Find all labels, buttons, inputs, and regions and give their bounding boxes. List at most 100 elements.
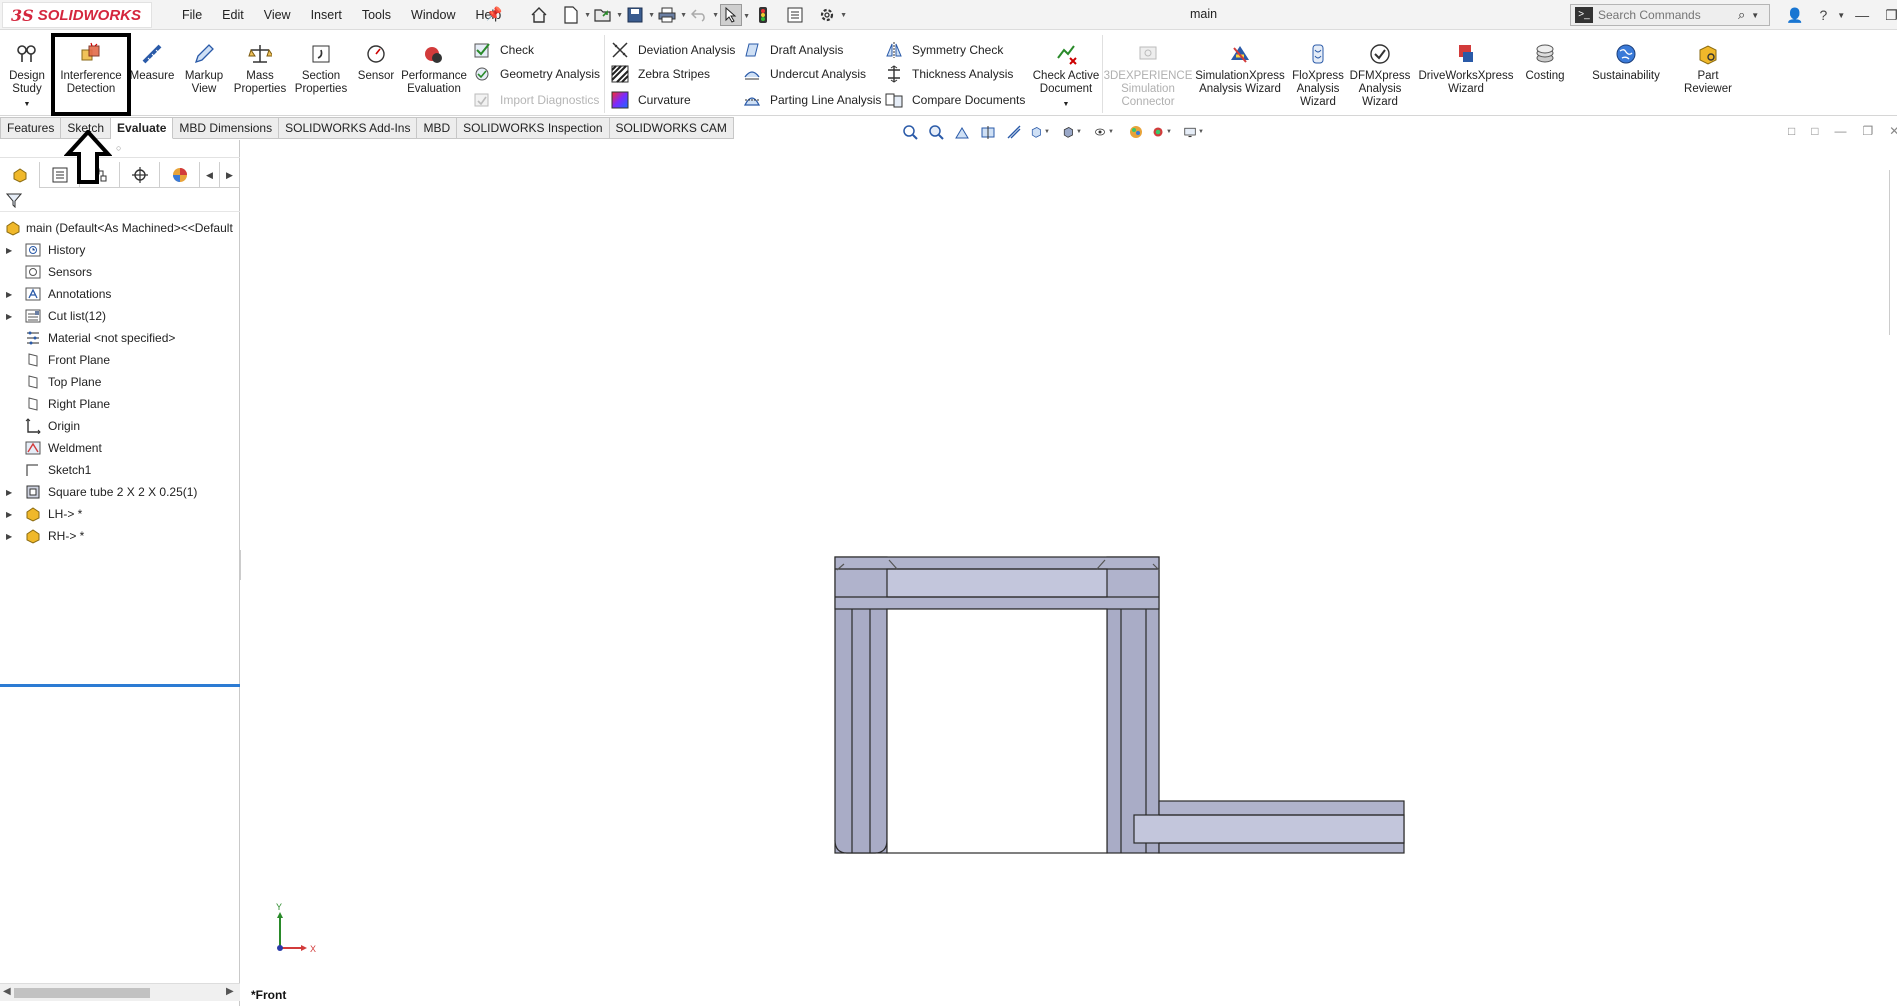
user-icon[interactable]: 👤 (1786, 7, 1803, 24)
tree-item-history[interactable]: ▶ History (0, 239, 240, 261)
zebra-stripes-button[interactable]: Zebra Stripes (610, 63, 710, 85)
viewport-minimize-icon[interactable]: — (1835, 124, 1847, 138)
section-properties-button[interactable]: Section Properties (292, 35, 350, 113)
tree-item-right-plane[interactable]: Right Plane (0, 393, 240, 415)
tree-item-square-tube[interactable]: ▶ Square tube 2 X 2 X 0.25(1) (0, 481, 240, 503)
solidworks-logo[interactable]: 3S SOLIDWORKS (2, 2, 152, 28)
print-icon[interactable]: ▼ (656, 4, 687, 26)
tree-item-sensors[interactable]: Sensors (0, 261, 240, 283)
menu-window[interactable]: Window (411, 8, 455, 22)
menu-view[interactable]: View (264, 8, 291, 22)
viewport-restore-icon[interactable]: ❐ (1863, 124, 1874, 138)
rebuild-traffic-light-icon[interactable] (752, 4, 774, 26)
tabs-scroll-right-icon[interactable]: ▶ (220, 162, 240, 188)
help-icon[interactable]: ? (1819, 7, 1827, 23)
scrollbar-thumb[interactable] (14, 988, 150, 998)
pin-menu-icon[interactable]: 📌 (486, 6, 502, 22)
view-settings-monitor-icon[interactable]: ▼ (1184, 123, 1204, 141)
tree-filter-bar[interactable] (0, 190, 240, 212)
part-reviewer-button[interactable]: Part Reviewer (1680, 35, 1736, 113)
menu-insert[interactable]: Insert (311, 8, 342, 22)
options-gear-icon[interactable]: ▼ (816, 4, 847, 26)
tree-item-annotations[interactable]: ▶ Annotations (0, 283, 240, 305)
save-icon[interactable]: ▼ (624, 4, 655, 26)
new-document-icon[interactable]: ▼ (560, 4, 591, 26)
compare-documents-button[interactable]: Compare Documents (884, 89, 1025, 111)
section-view-icon[interactable] (978, 123, 998, 141)
search-commands-box[interactable]: >_ ⌕ ▼ (1570, 4, 1770, 26)
check-button[interactable]: Check (472, 39, 534, 61)
tree-item-material[interactable]: Material <not specified> (0, 327, 240, 349)
undercut-analysis-button[interactable]: Undercut Analysis (742, 63, 866, 85)
sustainability-button[interactable]: Sustainability (1584, 35, 1668, 113)
symmetry-check-button[interactable]: Symmetry Check (884, 39, 1003, 61)
display-style-icon[interactable]: ▼ (1062, 123, 1082, 141)
horizontal-scrollbar[interactable]: ◀ ▶ (0, 983, 240, 1001)
featuremanager-tree-tab-icon[interactable] (0, 162, 40, 188)
floxpress-button[interactable]: FloXpress Analysis Wizard (1292, 35, 1344, 113)
help-dropdown-icon[interactable]: ▼ (1837, 11, 1845, 20)
tree-item-weldment[interactable]: Weldment (0, 437, 240, 459)
dfmxpress-button[interactable]: DFMXpress Analysis Wizard (1350, 35, 1410, 113)
tree-item-lh[interactable]: ▶ LH-> * (0, 503, 240, 525)
import-diagnostics-button[interactable]: Import Diagnostics (472, 89, 599, 111)
search-input[interactable] (1598, 8, 1738, 22)
deviation-analysis-button[interactable]: Deviation Analysis (610, 39, 735, 61)
scroll-right-icon[interactable]: ▶ (226, 986, 234, 997)
previous-view-icon[interactable] (952, 123, 972, 141)
undo-icon[interactable]: ▼ (688, 4, 719, 26)
simulationxpress-button[interactable]: SimulationXpress Analysis Wizard (1194, 35, 1286, 113)
zoom-to-area-icon[interactable] (926, 123, 946, 141)
tree-item-sketch1[interactable]: Sketch1 (0, 459, 240, 481)
dynamic-annotation-icon[interactable] (1004, 123, 1024, 141)
check-active-document-button[interactable]: Check Active Document ▼ (1030, 35, 1102, 113)
edit-appearance-icon[interactable] (1126, 123, 1146, 141)
tree-item-rh[interactable]: ▶ RH-> * (0, 525, 240, 547)
parting-line-analysis-button[interactable]: Parting Line Analysis (742, 89, 881, 111)
view-orientation-icon[interactable]: ▼ (1030, 123, 1050, 141)
apply-scene-icon[interactable]: ▼ (1152, 123, 1172, 141)
model-viewport[interactable] (241, 140, 1897, 1006)
scroll-left-icon[interactable]: ◀ (3, 986, 11, 997)
menu-tools[interactable]: Tools (362, 8, 391, 22)
markup-view-button[interactable]: Markup View (178, 35, 230, 113)
task-pane-tabs[interactable] (1889, 170, 1897, 335)
costing-button[interactable]: Costing (1520, 35, 1570, 113)
design-study-button[interactable]: Design Study ▼ (5, 35, 49, 113)
tab-features[interactable]: Features (0, 117, 62, 139)
tab-mbd-dimensions[interactable]: MBD Dimensions (173, 117, 280, 139)
file-properties-icon[interactable] (784, 4, 806, 26)
restore-icon[interactable]: ❐ (1885, 7, 1897, 24)
curvature-button[interactable]: Curvature (610, 89, 691, 111)
panel-grip-icon[interactable]: ○ (116, 143, 121, 153)
design-study-dropdown-icon[interactable]: ▼ (24, 98, 31, 111)
home-icon[interactable] (528, 4, 550, 26)
viewport-close-icon[interactable]: ✕ (1889, 124, 1897, 138)
draft-analysis-button[interactable]: Draft Analysis (742, 39, 843, 61)
rollback-bar[interactable] (0, 684, 240, 687)
tree-item-origin[interactable]: Origin (0, 415, 240, 437)
expand-arrow-icon[interactable]: ▶ (6, 246, 16, 255)
tab-solidworks-inspection[interactable]: SOLIDWORKS Inspection (457, 117, 610, 139)
zoom-to-fit-icon[interactable] (900, 123, 920, 141)
viewport-tile-left-icon[interactable]: □ (1788, 124, 1795, 138)
menu-file[interactable]: File (182, 8, 202, 22)
measure-button[interactable]: Measure (128, 35, 176, 113)
threedx-simulation-connector-button[interactable]: 3DEXPERIENCE Simulation Connector (1104, 35, 1192, 113)
expand-arrow-icon[interactable]: ▶ (6, 510, 16, 519)
menu-edit[interactable]: Edit (222, 8, 244, 22)
minimize-icon[interactable]: — (1855, 7, 1869, 23)
search-dropdown-icon[interactable]: ▼ (1751, 11, 1759, 20)
graphics-area[interactable] (241, 140, 1897, 1006)
dimxpert-manager-tab-icon[interactable] (120, 162, 160, 188)
search-icon[interactable]: ⌕ (1738, 7, 1745, 23)
tree-item-front-plane[interactable]: Front Plane (0, 349, 240, 371)
sensor-button[interactable]: Sensor (354, 35, 398, 113)
select-cursor-icon[interactable]: ▼ (720, 4, 750, 26)
tabs-scroll-left-icon[interactable]: ◀ (200, 162, 220, 188)
hide-show-items-icon[interactable]: ▼ (1094, 123, 1114, 141)
thickness-analysis-button[interactable]: Thickness Analysis (884, 63, 1013, 85)
check-active-document-dropdown-icon[interactable]: ▼ (1063, 98, 1070, 111)
tab-solidworks-add-ins[interactable]: SOLIDWORKS Add-Ins (279, 117, 418, 139)
open-folder-icon[interactable]: ▼ (592, 4, 623, 26)
